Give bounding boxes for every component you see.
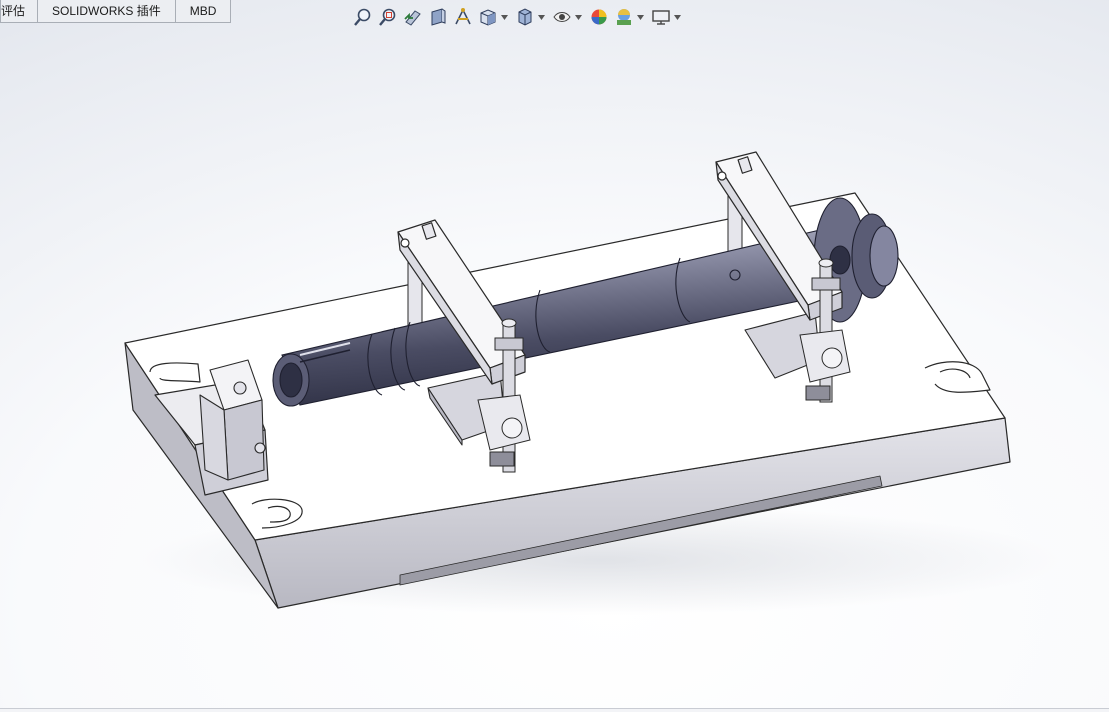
heads-up-view-toolbar xyxy=(352,5,687,29)
apply-scene-icon[interactable] xyxy=(613,6,635,28)
graphics-viewport[interactable] xyxy=(0,0,1109,712)
edit-appearance-icon[interactable] xyxy=(588,6,610,28)
view-settings-icon[interactable] xyxy=(650,6,672,28)
tab-evaluate[interactable]: 评估 xyxy=(0,0,39,23)
view-orientation-dropdown[interactable] xyxy=(500,6,508,28)
zoom-to-area-icon[interactable] xyxy=(377,6,399,28)
tab-solidworks-addins[interactable]: SOLIDWORKS 插件 xyxy=(37,0,176,23)
hide-show-items-dropdown[interactable] xyxy=(574,6,582,28)
section-view-icon[interactable] xyxy=(427,6,449,28)
fixture-assembly-model xyxy=(124,151,1060,615)
zoom-to-fit-icon[interactable] xyxy=(352,6,374,28)
hide-show-items-icon[interactable] xyxy=(551,6,573,28)
command-manager-tabs: 评估 SOLIDWORKS 插件 MBD xyxy=(0,0,232,24)
tab-mbd[interactable]: MBD xyxy=(174,0,232,23)
display-style-icon[interactable] xyxy=(514,6,536,28)
dynamic-annotation-icon[interactable] xyxy=(452,6,474,28)
display-style-dropdown[interactable] xyxy=(537,6,545,28)
view-orientation-icon[interactable] xyxy=(477,6,499,28)
apply-scene-dropdown[interactable] xyxy=(636,6,644,28)
previous-view-icon[interactable] xyxy=(402,6,424,28)
view-settings-dropdown[interactable] xyxy=(673,6,681,28)
